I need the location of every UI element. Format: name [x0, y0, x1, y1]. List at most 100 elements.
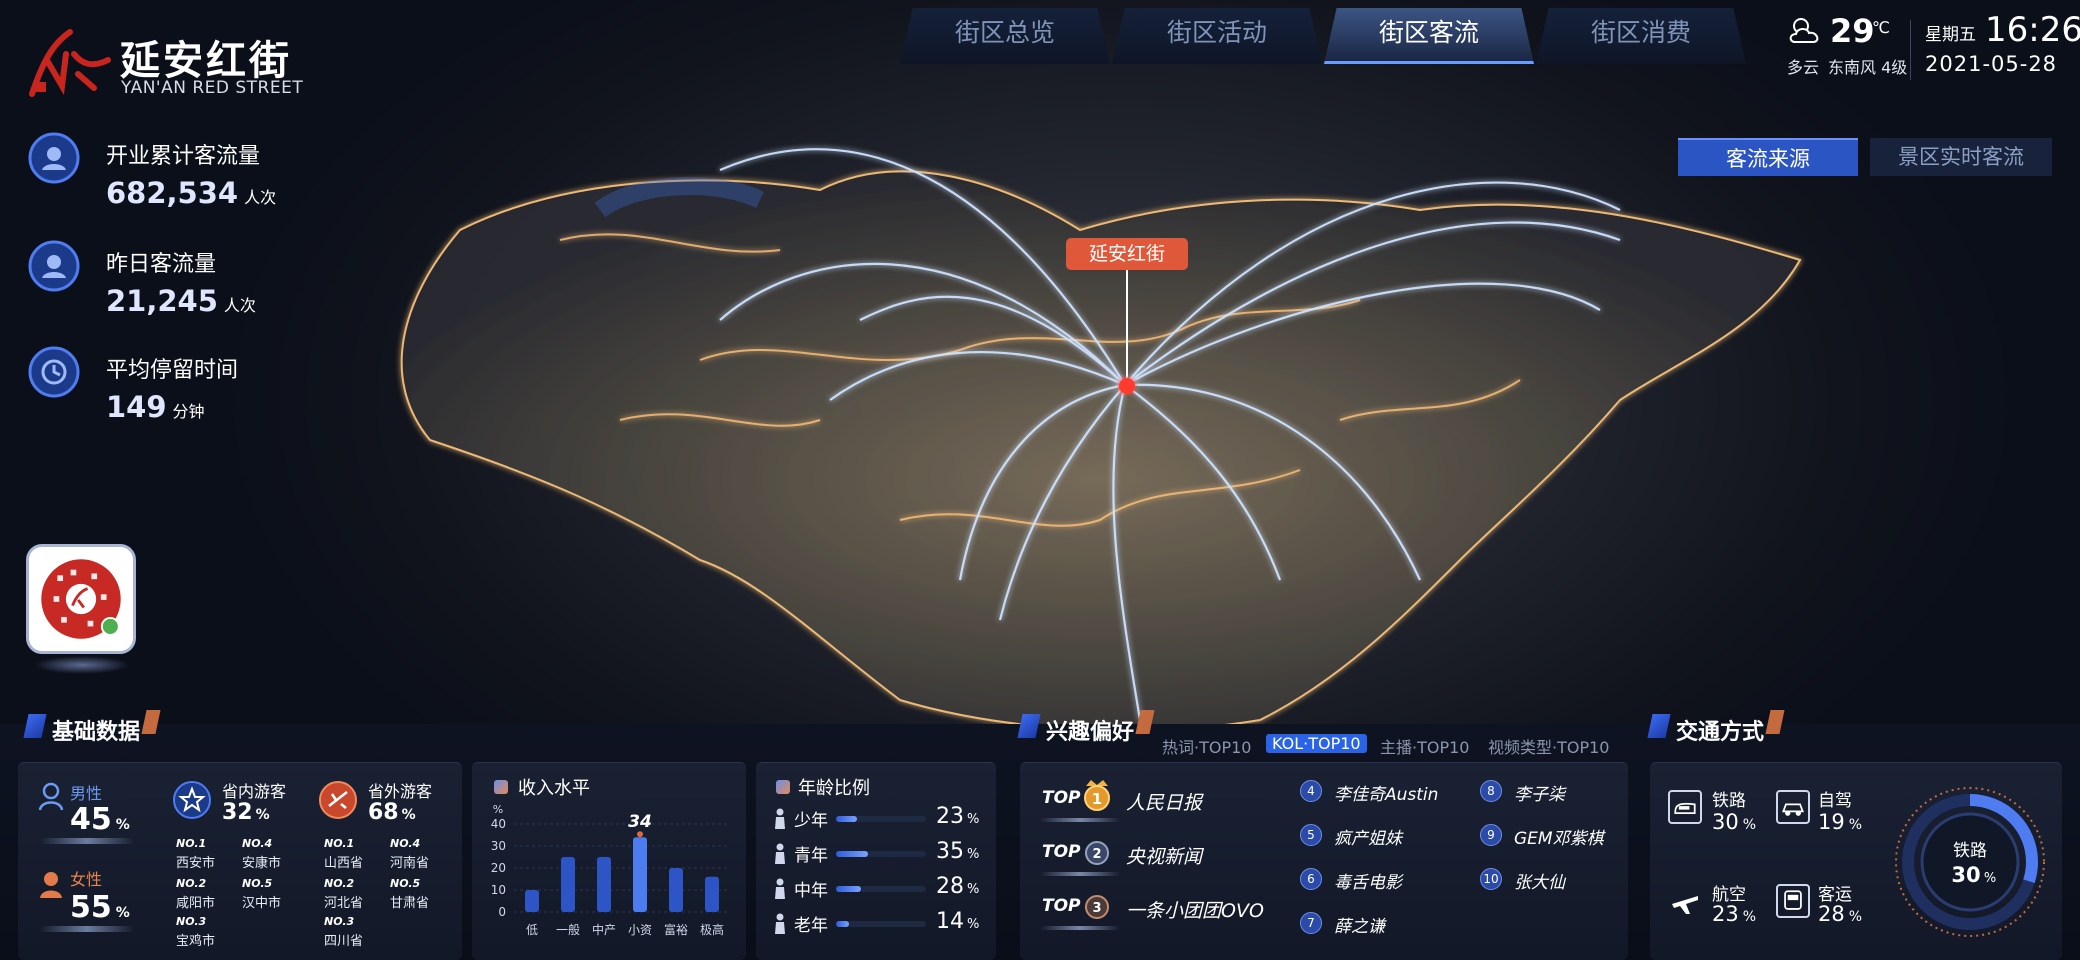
y-tick-label: 10: [491, 883, 506, 897]
top-label: TOP: [1042, 788, 1081, 808]
tab-visitor-flow[interactable]: 街区客流: [1324, 8, 1534, 64]
main-nav-tabs: 街区总览 街区活动 街区客流 街区消费: [900, 8, 1748, 64]
female-value: 55%: [70, 890, 130, 925]
income-chart-title: 收入水平: [518, 778, 590, 799]
female-base: [40, 926, 134, 932]
in-rank-2: NO.2 咸阳市: [176, 877, 216, 911]
female-icon: [40, 872, 62, 898]
bar: [561, 857, 575, 912]
rail-value: 30%: [1712, 810, 1757, 834]
star-badge-icon: [173, 781, 211, 819]
rank-3-number: 3: [1092, 901, 1101, 916]
china-flow-map[interactable]: 延安红街: [0, 0, 2080, 760]
brand-logo-icon: [29, 29, 111, 97]
kol-item-10[interactable]: 张大仙: [1514, 868, 1565, 893]
person-icon: [775, 843, 785, 864]
rank-base: [1040, 926, 1120, 930]
cloudy-weather-icon: [1789, 18, 1819, 43]
kol-item-8[interactable]: 李子柒: [1514, 780, 1565, 805]
bar: [705, 876, 719, 912]
tab-consumption[interactable]: 街区消费: [1536, 8, 1746, 64]
person-icon: [775, 878, 785, 899]
age-bar-fill: [836, 851, 868, 857]
kol-top-3[interactable]: 一条小团团OVO: [1126, 896, 1264, 923]
kol-item-4[interactable]: 李佳奇Austin: [1334, 780, 1438, 805]
stat-stay-label: 平均停留时间: [106, 358, 239, 383]
clock-time: 16:26: [1985, 10, 2080, 50]
male-label: 男性: [70, 784, 103, 803]
filter-kol[interactable]: KOL·TOP10: [1266, 734, 1367, 753]
coach-value: 28%: [1818, 902, 1863, 926]
airplane-icon: [1672, 896, 1698, 914]
top-label: TOP: [1042, 896, 1081, 916]
in-rank-5: NO.5 汉中市: [242, 877, 282, 911]
age-label: 少年: [794, 811, 828, 831]
rank-5-badge: 5: [1300, 824, 1322, 846]
air-value: 23%: [1712, 902, 1757, 926]
female-label: 女性: [70, 870, 103, 889]
rail-label: 铁路: [1712, 791, 1746, 811]
chart-title-icon: [494, 780, 508, 794]
section-basic-title: 基础数据: [52, 720, 141, 745]
visitors-total-icon: [28, 132, 80, 184]
y-tick-label: 30: [491, 839, 506, 853]
weekday: 星期五: [1925, 25, 1976, 45]
stat-stay-value: 149 分钟: [106, 390, 205, 424]
rank-8-badge: 8: [1480, 780, 1502, 802]
qr-code-base: [34, 656, 130, 674]
stat-total-label: 开业累计客流量: [106, 144, 261, 169]
y-axis-unit: %: [493, 803, 503, 816]
qr-code-icon[interactable]: [26, 544, 136, 654]
in-province-label: 省内游客: [222, 782, 287, 801]
age-label: 中年: [794, 881, 828, 901]
age-bar-track: [836, 921, 926, 927]
age-bar-fill: [836, 886, 862, 892]
kol-item-7[interactable]: 薛之谦: [1334, 912, 1385, 937]
train-icon: [1668, 790, 1702, 824]
out-rank-2: NO.2 河北省: [324, 877, 364, 911]
out-province-label: 省外游客: [368, 782, 433, 801]
visitors-yesterday-icon: [28, 240, 80, 292]
person-icon: [775, 913, 785, 934]
in-rank-1: NO.1 西安市: [176, 837, 216, 871]
realtime-flow-button[interactable]: 景区实时客流: [1870, 138, 2052, 176]
rank-2-number: 2: [1092, 847, 1101, 862]
kol-top-1[interactable]: 人民日报: [1126, 788, 1202, 815]
filter-anchor[interactable]: 主播·TOP10: [1380, 734, 1469, 758]
ring-value: 30: [1951, 863, 1980, 887]
kol-item-6[interactable]: 毒舌电影: [1334, 868, 1402, 893]
in-rank-3: NO.3 宝鸡市: [176, 915, 216, 949]
weather-condition: 多云: [1787, 58, 1820, 77]
section-interest-title: 兴趣偏好: [1046, 720, 1135, 745]
y-tick-label: 20: [491, 861, 506, 875]
kol-item-5[interactable]: 疯产姐妹: [1334, 824, 1402, 849]
x-tick-label: 富裕: [664, 922, 688, 937]
kol-item-9[interactable]: GEM邓紫棋: [1514, 824, 1604, 849]
clock-icon: [28, 346, 80, 398]
tab-activities[interactable]: 街区活动: [1112, 8, 1322, 64]
filter-hot-words[interactable]: 热词·TOP10: [1162, 734, 1251, 758]
drive-label: 自驾: [1818, 791, 1852, 811]
header-divider: [1910, 20, 1911, 80]
kol-top-2[interactable]: 央视新闻: [1126, 842, 1202, 869]
in-province-value: 32%: [222, 800, 270, 825]
temperature: 29: [1830, 12, 1875, 50]
tab-overview[interactable]: 街区总览: [900, 8, 1110, 64]
rank-7-badge: 7: [1300, 912, 1322, 934]
x-tick-label: 中产: [592, 922, 616, 937]
crown-medal-icon: 1: [1084, 780, 1110, 811]
map-marker-label: 延安红街: [1089, 243, 1165, 265]
filter-video-type[interactable]: 视频类型·TOP10: [1488, 734, 1609, 758]
age-bar-track: [836, 851, 926, 857]
bar: [597, 857, 611, 912]
source-flow-button[interactable]: 客流来源: [1678, 138, 1858, 176]
bar: [669, 868, 683, 912]
y-tick-label: 0: [498, 905, 506, 919]
ring-label: 铁路: [1953, 841, 1987, 861]
bar-value-label: 34: [628, 812, 652, 832]
age-label: 青年: [794, 846, 828, 866]
rank-base: [1040, 872, 1120, 876]
in-rank-4: NO.4 安康市: [242, 837, 282, 871]
y-tick-label: 40: [491, 817, 506, 831]
bar: [525, 890, 539, 912]
